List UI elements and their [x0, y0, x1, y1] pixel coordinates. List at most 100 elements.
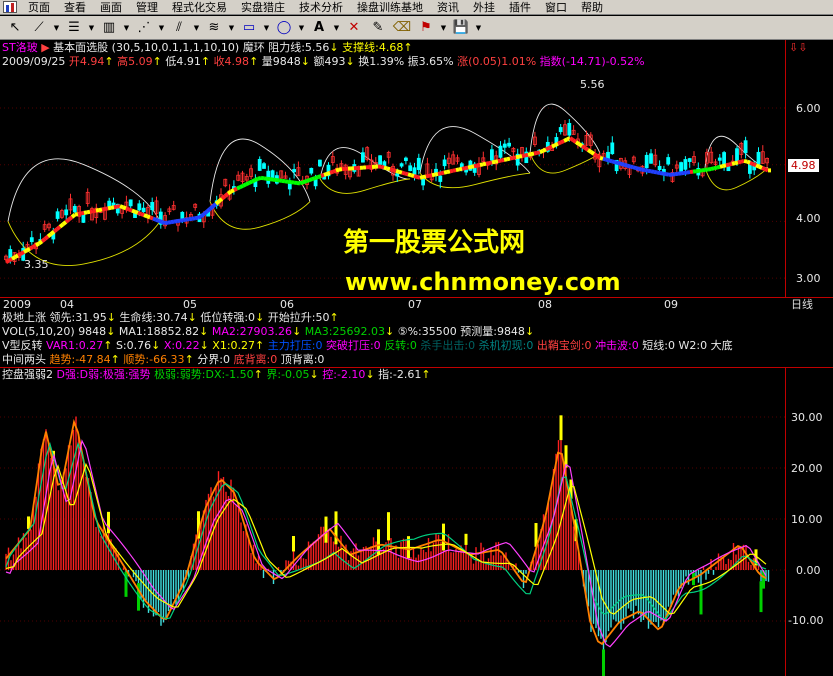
ma-segment	[17, 251, 22, 258]
ma-segment	[530, 151, 535, 157]
ma-segment	[719, 164, 724, 169]
ma-segment	[589, 150, 596, 156]
menu-program-trading[interactable]: 程式化交易	[165, 0, 234, 15]
ma-segment	[64, 217, 71, 224]
channel-icon[interactable]: ⫽	[168, 18, 190, 38]
delete-icon[interactable]: ✕	[343, 18, 365, 38]
menu-plugins[interactable]: 插件	[502, 0, 538, 15]
ma-segment	[131, 208, 136, 214]
channel-dropdown-icon[interactable]: ▼	[192, 18, 201, 38]
indicator-line-2: VOL(5,10,20) 9848↓ MA1:18852.82↓ MA2:279…	[2, 325, 534, 339]
ma-segment	[61, 220, 68, 226]
ma-segment	[217, 197, 224, 203]
menu-page[interactable]: 页面	[21, 0, 57, 15]
text-dropdown-icon[interactable]: ▼	[332, 18, 341, 38]
candle-body	[408, 165, 413, 172]
ma-segment	[644, 168, 649, 173]
down-arrow-icon: ↓	[106, 311, 116, 324]
pen-icon[interactable]: ✎	[367, 18, 389, 38]
ma-segment	[485, 161, 490, 166]
candle-body	[107, 200, 112, 207]
candle-body	[644, 154, 649, 169]
ma-segment	[80, 210, 85, 216]
candle-body	[416, 157, 421, 170]
ellipse-icon[interactable]: ◯	[273, 18, 295, 38]
ma-segment	[560, 139, 565, 145]
menu-hunt[interactable]: 实盘猎庄	[234, 0, 292, 15]
save-dropdown-icon[interactable]: ▼	[474, 18, 483, 38]
flag-dropdown-icon[interactable]: ▼	[439, 18, 448, 38]
ma-segment	[725, 162, 730, 168]
ma-segment	[305, 178, 310, 184]
indicator-name[interactable]: 控盘强弱2	[2, 368, 53, 381]
menu-news[interactable]: 资讯	[430, 0, 466, 15]
ma-segment	[199, 212, 206, 219]
indicator-name[interactable]: 中间两头	[2, 353, 46, 366]
menu-plugins-ext[interactable]: 外挂	[466, 0, 502, 15]
ma-segment	[716, 164, 721, 170]
menu-help[interactable]: 帮助	[574, 0, 610, 15]
fan-dropdown-icon[interactable]: ▼	[157, 18, 166, 38]
indicator-name[interactable]: V型反转	[2, 339, 43, 352]
save-icon[interactable]: 💾	[450, 18, 472, 38]
price-chart[interactable]: 5.56 3.35	[0, 40, 785, 298]
indicator-value: X1:0.27	[212, 339, 256, 352]
trendline-icon[interactable]: ⟋	[28, 18, 50, 38]
ma-segment	[476, 163, 481, 168]
ma-segment	[467, 164, 472, 170]
fan-icon[interactable]: ⋰	[133, 18, 155, 38]
parallel-icon[interactable]: ☰	[63, 18, 85, 38]
ma-segment	[254, 176, 259, 182]
cursor-icon[interactable]: ↖	[4, 18, 26, 38]
ellipse-dropdown-icon[interactable]: ▼	[297, 18, 306, 38]
rectangle-icon[interactable]: ▭	[238, 18, 260, 38]
date-tick: 06	[280, 298, 294, 311]
parallel-dropdown-icon[interactable]: ▼	[87, 18, 96, 38]
oscillator-chart[interactable]	[0, 382, 785, 676]
text-icon[interactable]: A	[308, 18, 330, 38]
ma-segment	[58, 222, 65, 229]
menu-window[interactable]: 窗口	[538, 0, 574, 15]
ma-segment	[509, 156, 514, 161]
menu-training[interactable]: 操盘训练基地	[350, 0, 430, 15]
eraser-icon[interactable]: ⌫	[391, 18, 413, 38]
ma-segment	[125, 206, 130, 212]
menu-view[interactable]: 查看	[57, 0, 93, 15]
app-icon[interactable]	[3, 1, 17, 13]
ma-segment	[52, 227, 59, 234]
down-arrow-icon: ↓	[199, 325, 209, 338]
ma-segment	[446, 169, 451, 174]
ma-segment	[233, 186, 238, 192]
trendline-dropdown-icon[interactable]: ▼	[52, 18, 61, 38]
candle-body	[403, 157, 408, 161]
ma-segment	[134, 209, 139, 215]
flag-icon[interactable]: ⚑	[415, 18, 437, 38]
indicator-name[interactable]: 极地上涨	[2, 311, 46, 324]
candle-body	[180, 211, 185, 219]
menu-tech-analysis[interactable]: 技术分析	[292, 0, 350, 15]
ma-segment	[464, 165, 469, 171]
down-arrow-icon: ↓	[524, 325, 535, 338]
bars-dropdown-icon[interactable]: ▼	[122, 18, 131, 38]
ma-segment	[205, 207, 212, 214]
period-label[interactable]: 日线	[791, 298, 813, 312]
indicator-name[interactable]: VOL(5,10,20)	[2, 325, 75, 338]
wave-icon[interactable]: ≋	[203, 18, 225, 38]
indicator-value: S:0.76	[115, 339, 152, 352]
ma-segment	[755, 163, 760, 169]
ma-segment	[551, 143, 556, 149]
ma-segment	[647, 168, 652, 174]
wave-dropdown-icon[interactable]: ▼	[227, 18, 236, 38]
ma-segment	[611, 159, 616, 165]
ma-segment	[494, 159, 499, 164]
ma-segment	[586, 148, 593, 154]
indicator-value: 底背离:0	[233, 353, 278, 366]
rectangle-dropdown-icon[interactable]: ▼	[262, 18, 271, 38]
date-tick: 05	[183, 298, 197, 311]
menu-manage[interactable]: 管理	[129, 0, 165, 15]
ma-segment	[599, 155, 604, 161]
ma-segment	[455, 167, 460, 173]
bars-icon[interactable]: ▥	[98, 18, 120, 38]
menu-screen[interactable]: 画面	[93, 0, 129, 15]
ma-segment	[211, 202, 218, 208]
